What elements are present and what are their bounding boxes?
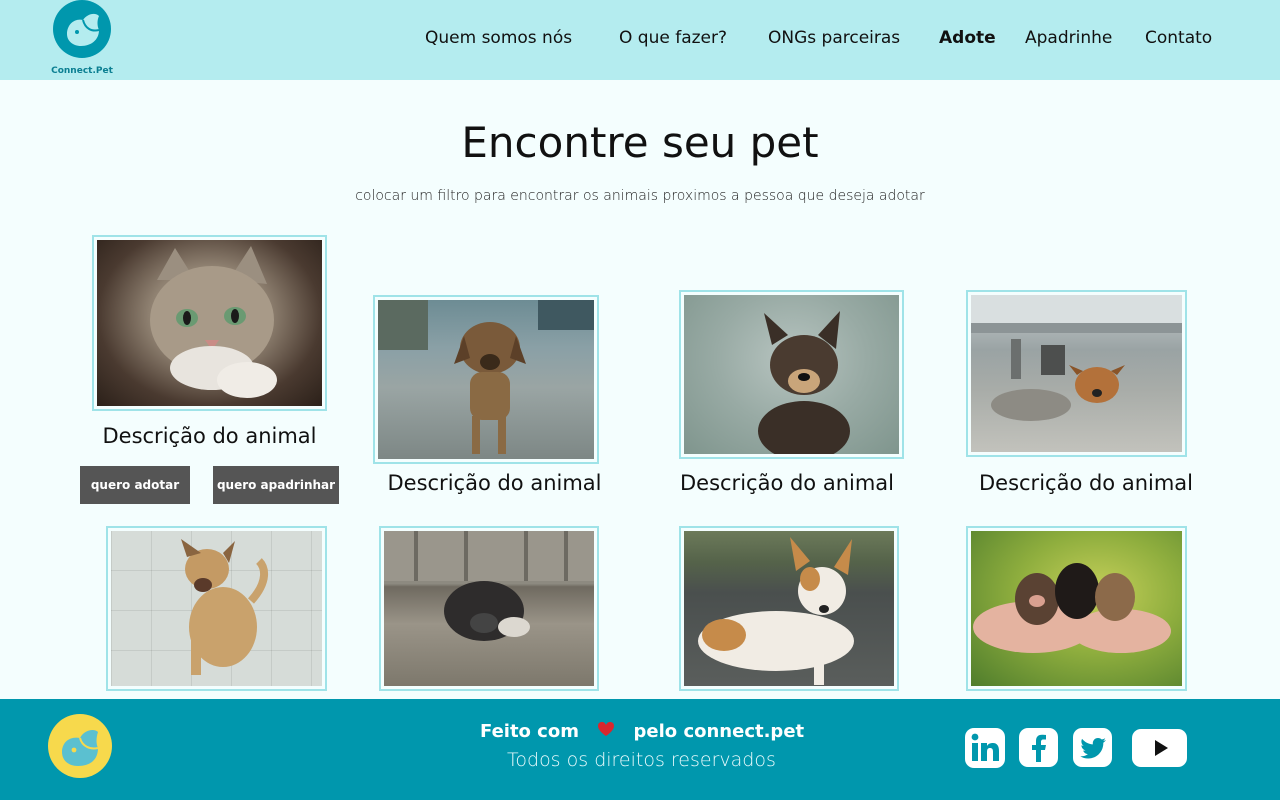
- adopt-button[interactable]: quero adotar: [80, 466, 190, 504]
- facebook-icon[interactable]: [1019, 728, 1058, 767]
- made-with-suffix: pelo connect.pet: [633, 721, 805, 742]
- card-description: Descrição do animal: [679, 471, 894, 495]
- logo[interactable]: Connect.Pet: [50, 0, 114, 80]
- youtube-icon[interactable]: [1132, 729, 1187, 767]
- card-image-dog-fence[interactable]: [379, 526, 599, 691]
- linkedin-icon[interactable]: [965, 728, 1005, 768]
- dog-on-tiles-photo: [111, 531, 322, 686]
- nav-o-que-fazer[interactable]: O que fazer?: [619, 28, 727, 48]
- made-with-prefix: Feito com: [480, 721, 579, 742]
- nav-contato[interactable]: Contato: [1145, 28, 1212, 48]
- dog-white-brown-photo: [684, 531, 894, 686]
- card-image-dog-field[interactable]: [679, 290, 904, 459]
- card-description: Descrição do animal: [387, 471, 602, 495]
- card-image-puppy-car[interactable]: [966, 290, 1187, 457]
- dog-under-fence-photo: [384, 531, 594, 686]
- page-title: Encontre seu pet: [461, 118, 819, 167]
- nav-ongs-parceiras[interactable]: ONGs parceiras: [768, 28, 900, 48]
- nav-apadrinhe[interactable]: Apadrinhe: [1025, 28, 1112, 48]
- site-header: Connect.Pet Quem somos nós O que fazer? …: [0, 0, 1280, 80]
- heart-icon: [595, 721, 617, 742]
- card-image-dog-white-brown[interactable]: [679, 526, 899, 691]
- card-description: Descrição do animal: [978, 471, 1193, 495]
- page-subtitle: colocar um filtro para encontrar os anim…: [355, 188, 925, 204]
- pet-logo-icon: [53, 0, 111, 58]
- twitter-icon[interactable]: [1073, 728, 1112, 767]
- logo-text: Connect.Pet: [51, 66, 113, 76]
- site-footer: Feito com pelo connect.pet Todos os dire…: [0, 699, 1280, 800]
- card-image-puppy-street[interactable]: [373, 295, 599, 464]
- card-image-puppies-hands[interactable]: [966, 526, 1187, 691]
- card-description: Descrição do animal: [102, 424, 317, 448]
- card-image-dog-tiles[interactable]: [106, 526, 327, 691]
- dog-in-field-photo: [684, 295, 899, 454]
- sponsor-button[interactable]: quero apadrinhar: [213, 466, 339, 504]
- footer-made-with: Feito com pelo connect.pet: [480, 721, 804, 742]
- puppies-in-hands-photo: [971, 531, 1182, 686]
- nav-adote[interactable]: Adote: [939, 28, 996, 48]
- puppy-on-street-photo: [378, 300, 594, 459]
- cat-photo: [97, 240, 322, 406]
- puppy-under-car-photo: [971, 295, 1182, 452]
- card-image-cat[interactable]: [92, 235, 327, 411]
- nav-quem-somos-nos[interactable]: Quem somos nós: [425, 28, 572, 48]
